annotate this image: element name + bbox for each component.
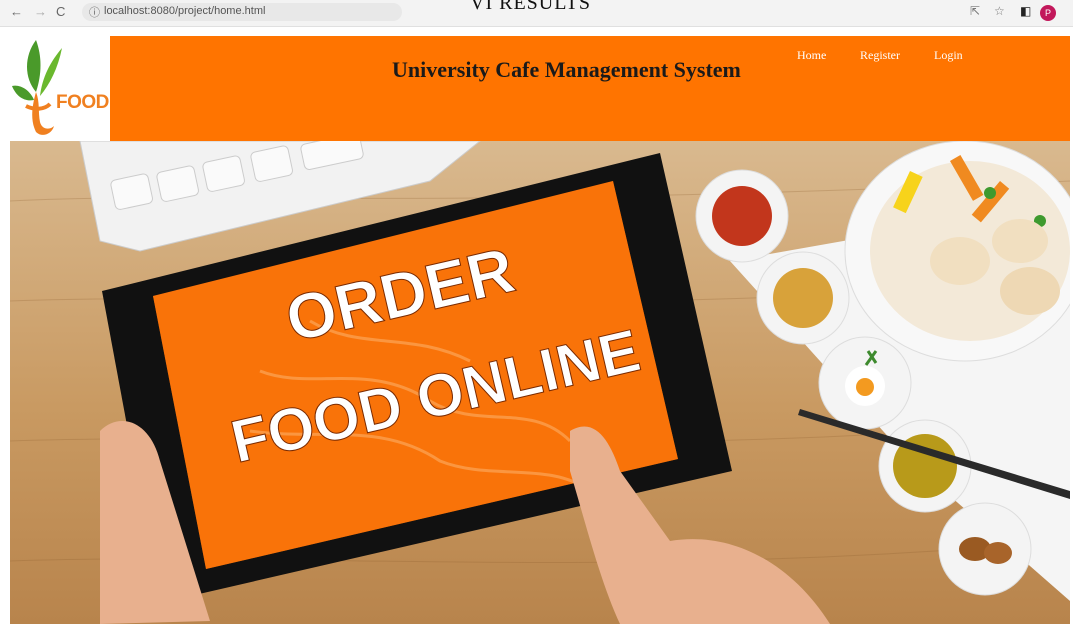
- hero-banner: ORDER FOOD ONLINE: [10, 141, 1070, 624]
- pastry-plate-image: [938, 502, 1032, 596]
- noodle-bowl-image: [756, 251, 850, 345]
- sidebar-icon[interactable]: ◧: [1020, 4, 1031, 18]
- address-url: localhost:8080/project/home.html: [104, 5, 266, 17]
- leaf-logo-icon: [12, 40, 62, 135]
- logo-text: FOOD: [56, 92, 109, 113]
- nav-home-link[interactable]: Home: [797, 48, 826, 63]
- nav-register-link[interactable]: Register: [860, 48, 900, 63]
- hero-illustration: ORDER FOOD ONLINE: [10, 141, 1070, 624]
- reload-icon[interactable]: C: [56, 4, 65, 19]
- overlay-heading: VI RESULTS: [470, 0, 591, 14]
- header-bar: [110, 36, 1070, 141]
- egg-plate-image: [818, 336, 912, 430]
- rice-plate-image: [844, 141, 1070, 362]
- forward-arrow-icon[interactable]: →: [34, 4, 47, 19]
- info-icon: ⓘ: [89, 7, 100, 19]
- site-logo[interactable]: FOOD: [6, 34, 110, 144]
- sauce-bowl-image: [695, 169, 789, 263]
- nav-login-link[interactable]: Login: [934, 48, 963, 63]
- soup-bowl-image: [878, 419, 972, 513]
- back-arrow-icon[interactable]: ←: [10, 4, 23, 19]
- star-icon[interactable]: ☆: [994, 4, 1005, 18]
- address-bar[interactable]: ⓘ localhost:8080/project/home.html: [82, 3, 402, 21]
- profile-avatar[interactable]: P: [1040, 5, 1056, 21]
- site-title: University Cafe Management System: [392, 57, 741, 82]
- share-icon[interactable]: ⇱: [970, 4, 980, 18]
